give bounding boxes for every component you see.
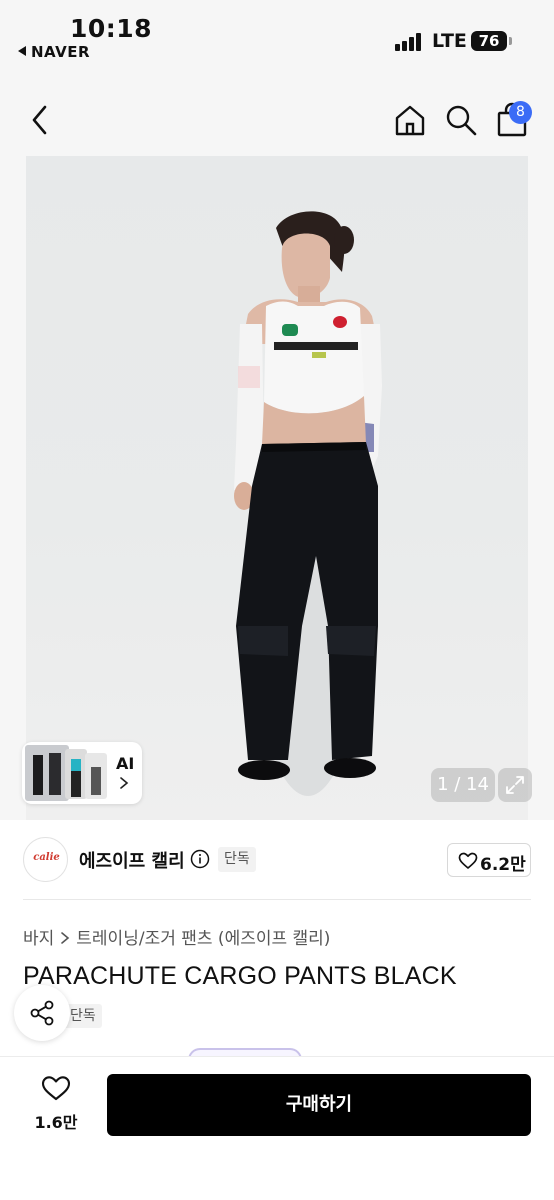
chevron-right-icon: [120, 777, 129, 789]
brand-like-count: 6.2만: [480, 855, 526, 875]
product-title: PARACHUTE CARGO PANTS BLACK: [23, 962, 457, 990]
breadcrumb-category[interactable]: 바지: [23, 929, 54, 949]
signal-icon: [395, 31, 425, 51]
image-page-counter: 1 / 14: [431, 768, 495, 802]
ai-styling-card[interactable]: AI: [22, 742, 142, 804]
brand-like-button[interactable]: 6.2만: [447, 843, 531, 877]
chevron-right-icon: [61, 932, 70, 944]
info-icon[interactable]: [190, 849, 210, 869]
ai-label: AI: [116, 754, 135, 773]
breadcrumb-subcategory[interactable]: 트레이닝/조거 팬츠 (에즈이프 캘리): [76, 929, 330, 949]
product-gallery[interactable]: [0, 156, 554, 820]
heart-icon: [458, 852, 478, 869]
ai-thumbnails: [25, 745, 107, 801]
bottom-action-bar: 1.6만 구매하기: [0, 1056, 554, 1200]
network-type: LTE: [432, 30, 467, 52]
product-photo[interactable]: [26, 156, 528, 820]
battery-cap: [509, 37, 512, 45]
brand-logo[interactable]: calie: [23, 837, 68, 882]
back-triangle-icon: [18, 46, 26, 56]
status-bar: 10:18 NAVER LTE 76: [0, 0, 554, 70]
top-nav-bar: [0, 70, 554, 156]
wishlist-button[interactable]: 1.6만: [26, 1075, 86, 1139]
breadcrumb: 바지 트레이닝/조거 팬츠 (에즈이프 캘리): [23, 924, 330, 949]
expand-icon[interactable]: [498, 768, 532, 802]
model-illustration: [234, 211, 382, 796]
back-app-label: NAVER: [31, 43, 91, 61]
brand-name[interactable]: 에즈이프 캘리: [79, 847, 185, 873]
share-icon: [30, 1000, 54, 1026]
brand-logo-text: calie: [33, 852, 60, 863]
search-icon[interactable]: [444, 102, 478, 138]
battery-icon: 76: [471, 31, 507, 51]
wishlist-count: 1.6만: [34, 1113, 78, 1132]
buy-button[interactable]: 구매하기: [107, 1074, 531, 1136]
back-to-app-link[interactable]: NAVER: [18, 43, 90, 61]
home-icon[interactable]: [393, 102, 427, 138]
exclusive-tag: 단독: [218, 847, 256, 872]
battery-level: 76: [478, 32, 500, 50]
chevron-left-icon[interactable]: [22, 102, 58, 138]
share-button[interactable]: [14, 985, 70, 1041]
status-time: 10:18: [70, 14, 153, 43]
cart-count-badge: 8: [509, 101, 532, 124]
divider: [23, 899, 531, 900]
heart-icon: [41, 1076, 71, 1101]
